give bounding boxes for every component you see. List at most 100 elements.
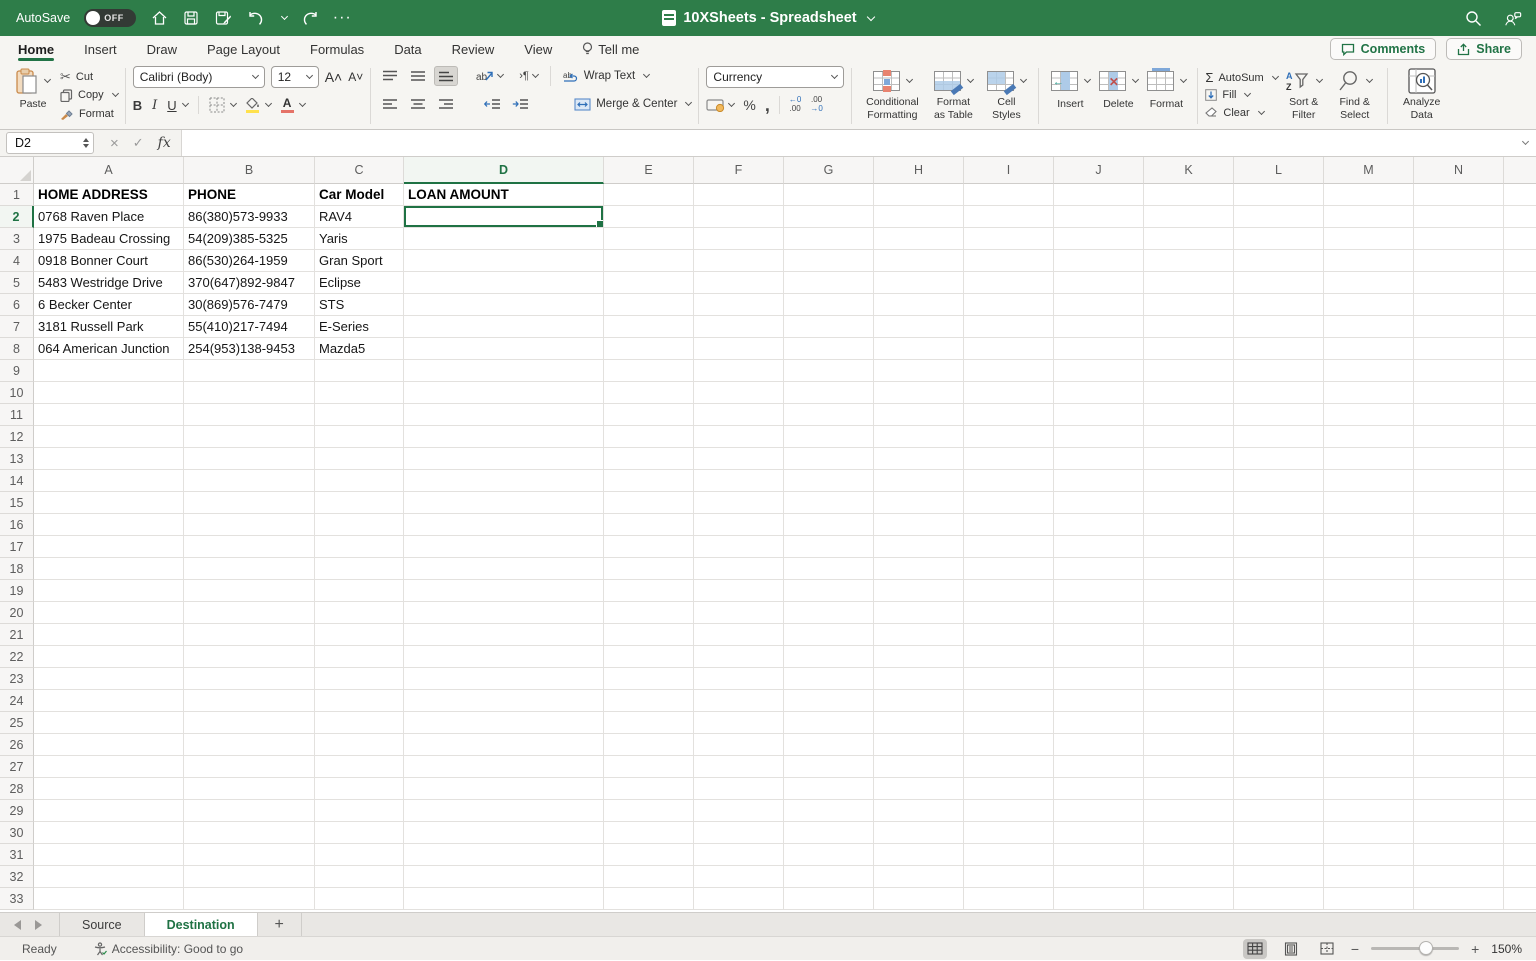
cell-N26[interactable] (1414, 734, 1504, 756)
font-name-select[interactable]: Calibri (Body) (133, 66, 265, 88)
cell-D9[interactable] (404, 360, 604, 382)
cell-J26[interactable] (1054, 734, 1144, 756)
cell-J10[interactable] (1054, 382, 1144, 404)
share-feedback-icon[interactable] (1504, 9, 1522, 27)
cell-L9[interactable] (1234, 360, 1324, 382)
cell-B27[interactable] (184, 756, 315, 778)
cell-K4[interactable] (1144, 250, 1234, 272)
cell-N33[interactable] (1414, 888, 1504, 910)
cell-A23[interactable] (34, 668, 184, 690)
cell-B14[interactable] (184, 470, 315, 492)
cell-M16[interactable] (1324, 514, 1414, 536)
cell-G33[interactable] (784, 888, 874, 910)
cell-N25[interactable] (1414, 712, 1504, 734)
tab-review[interactable]: Review (452, 36, 495, 62)
cell-B13[interactable] (184, 448, 315, 470)
wrap-text-button[interactable]: ab Wrap Text (563, 68, 649, 85)
cell-J16[interactable] (1054, 514, 1144, 536)
cell-H29[interactable] (874, 800, 964, 822)
row-header-7[interactable]: 7 (0, 316, 34, 338)
cell-J14[interactable] (1054, 470, 1144, 492)
cell-M1[interactable] (1324, 184, 1414, 206)
cell-L13[interactable] (1234, 448, 1324, 470)
cell-N30[interactable] (1414, 822, 1504, 844)
cell-H20[interactable] (874, 602, 964, 624)
cell-J13[interactable] (1054, 448, 1144, 470)
cell-G9[interactable] (784, 360, 874, 382)
cell-F33[interactable] (694, 888, 784, 910)
cell-A26[interactable] (34, 734, 184, 756)
row-header-30[interactable]: 30 (0, 822, 34, 844)
cell-C16[interactable] (315, 514, 404, 536)
column-header-G[interactable]: G (784, 157, 874, 184)
cell-H21[interactable] (874, 624, 964, 646)
cell-J32[interactable] (1054, 866, 1144, 888)
cell-L24[interactable] (1234, 690, 1324, 712)
cell-M24[interactable] (1324, 690, 1414, 712)
cell-E29[interactable] (604, 800, 694, 822)
cell-I29[interactable] (964, 800, 1054, 822)
cell-A17[interactable] (34, 536, 184, 558)
cell-I17[interactable] (964, 536, 1054, 558)
cell-H8[interactable] (874, 338, 964, 360)
cell-F17[interactable] (694, 536, 784, 558)
cell-I32[interactable] (964, 866, 1054, 888)
row-header-23[interactable]: 23 (0, 668, 34, 690)
cell-N16[interactable] (1414, 514, 1504, 536)
cell-L20[interactable] (1234, 602, 1324, 624)
cell-E23[interactable] (604, 668, 694, 690)
cell-E16[interactable] (604, 514, 694, 536)
column-header-L[interactable]: L (1234, 157, 1324, 184)
cut-button[interactable]: ✂ Cut (60, 68, 118, 85)
cell-L11[interactable] (1234, 404, 1324, 426)
cell-B28[interactable] (184, 778, 315, 800)
tab-home[interactable]: Home (18, 36, 54, 62)
cell-E33[interactable] (604, 888, 694, 910)
cell-K7[interactable] (1144, 316, 1234, 338)
cell-M20[interactable] (1324, 602, 1414, 624)
cell-K11[interactable] (1144, 404, 1234, 426)
insert-cells-button[interactable]: ← Insert (1046, 66, 1094, 111)
cell-G26[interactable] (784, 734, 874, 756)
cell-N2[interactable] (1414, 206, 1504, 228)
cell-M32[interactable] (1324, 866, 1414, 888)
cell-B1[interactable]: PHONE (184, 184, 315, 206)
cell-N20[interactable] (1414, 602, 1504, 624)
align-top-button[interactable] (378, 66, 402, 86)
cell-B6[interactable]: 30(869)576-7479 (184, 294, 315, 316)
cell-A6[interactable]: 6 Becker Center (34, 294, 184, 316)
cell-I23[interactable] (964, 668, 1054, 690)
cell-H25[interactable] (874, 712, 964, 734)
cell-C23[interactable] (315, 668, 404, 690)
increase-indent-button[interactable] (508, 94, 532, 114)
cell-A7[interactable]: 3181 Russell Park (34, 316, 184, 338)
cell-H7[interactable] (874, 316, 964, 338)
cell-I13[interactable] (964, 448, 1054, 470)
cell-F8[interactable] (694, 338, 784, 360)
italic-button[interactable]: I (152, 98, 157, 113)
cell-C12[interactable] (315, 426, 404, 448)
cell-C21[interactable] (315, 624, 404, 646)
borders-button[interactable] (209, 97, 225, 113)
percent-style-button[interactable]: % (743, 97, 755, 113)
cell-I14[interactable] (964, 470, 1054, 492)
cell-I1[interactable] (964, 184, 1054, 206)
cell-B11[interactable] (184, 404, 315, 426)
cell-E12[interactable] (604, 426, 694, 448)
cell-A32[interactable] (34, 866, 184, 888)
column-header-B[interactable]: B (184, 157, 315, 184)
row-header-3[interactable]: 3 (0, 228, 34, 250)
underline-button[interactable]: U (167, 98, 176, 113)
cell-N28[interactable] (1414, 778, 1504, 800)
cell-F28[interactable] (694, 778, 784, 800)
cell-K33[interactable] (1144, 888, 1234, 910)
cell-J29[interactable] (1054, 800, 1144, 822)
fill-color-button[interactable] (246, 98, 260, 113)
cell-E10[interactable] (604, 382, 694, 404)
cell-H17[interactable] (874, 536, 964, 558)
paste-button[interactable]: Paste (8, 66, 58, 124)
cell-J7[interactable] (1054, 316, 1144, 338)
cell-F2[interactable] (694, 206, 784, 228)
cell-I25[interactable] (964, 712, 1054, 734)
cell-G28[interactable] (784, 778, 874, 800)
